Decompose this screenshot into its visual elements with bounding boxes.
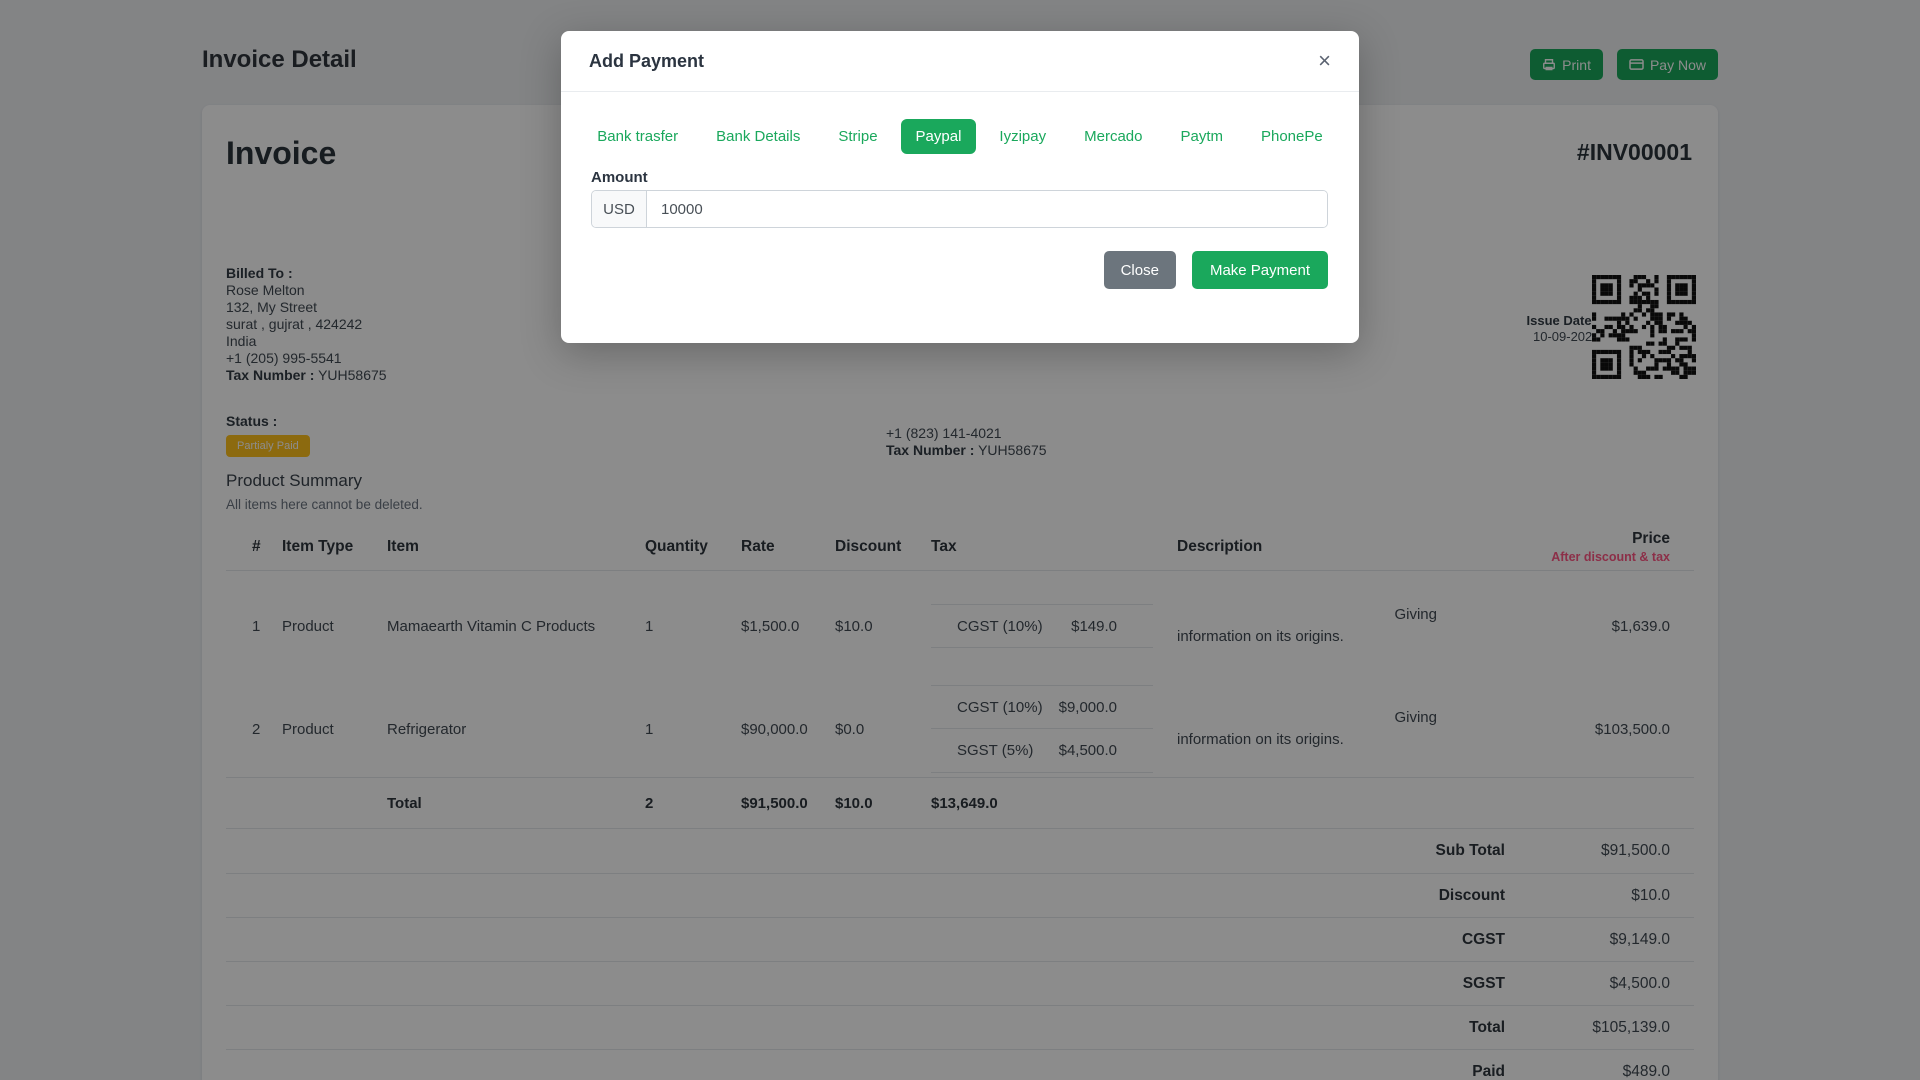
modal-header: Add Payment × — [561, 31, 1359, 92]
payment-method-tabs: Bank trasfer Bank Details Stripe Paypal … — [561, 119, 1359, 154]
amount-input[interactable] — [647, 191, 1327, 227]
close-button[interactable]: Close — [1103, 251, 1176, 289]
payment-tab-bank-trasfer[interactable]: Bank trasfer — [582, 119, 693, 154]
add-payment-modal: Add Payment × Bank trasfer Bank Details … — [561, 31, 1359, 343]
modal-actions: Close Make Payment — [1103, 251, 1328, 289]
amount-label: Amount — [591, 169, 648, 186]
modal-title: Add Payment — [589, 50, 705, 71]
close-icon[interactable]: × — [1318, 50, 1331, 72]
currency-addon: USD — [592, 191, 647, 227]
payment-tab-paypal[interactable]: Paypal — [900, 119, 977, 154]
amount-input-group: USD — [591, 190, 1328, 228]
payment-tab-bank-details[interactable]: Bank Details — [701, 119, 815, 154]
payment-tab-phonepe[interactable]: PhonePe — [1246, 119, 1338, 154]
payment-tab-mercado[interactable]: Mercado — [1069, 119, 1157, 154]
payment-tab-paytm[interactable]: Paytm — [1165, 119, 1238, 154]
payment-tab-stripe[interactable]: Stripe — [823, 119, 892, 154]
make-payment-button[interactable]: Make Payment — [1191, 251, 1328, 289]
payment-tab-iyzipay[interactable]: Iyzipay — [984, 119, 1061, 154]
